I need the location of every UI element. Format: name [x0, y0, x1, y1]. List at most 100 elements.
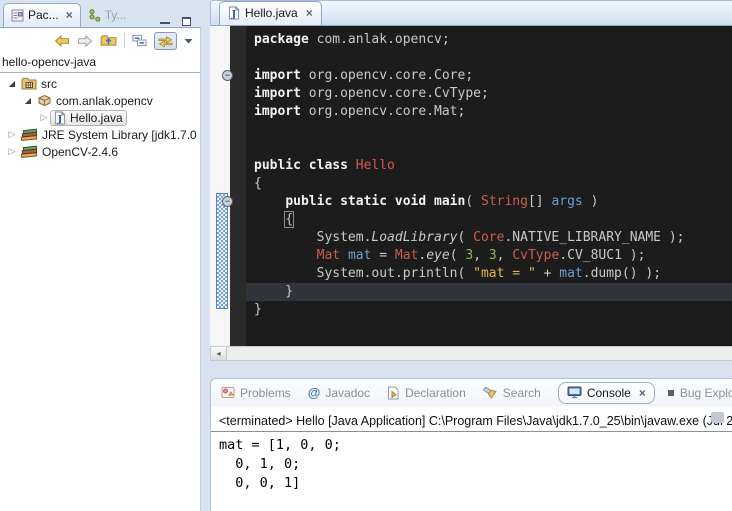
code-line-4: import org.opencv.core.CvType; [246, 85, 732, 103]
code-line-12: System.LoadLibrary( Core.NATIVE_LIBRARY_… [246, 229, 732, 247]
tab-bug-explorer[interactable]: Bug Explorer [667, 386, 732, 400]
bottom-view-tabbar: Problems @Javadoc Declaration Search Console… [211, 379, 732, 406]
left-view-tabbar: Pac... × Ty... [0, 0, 201, 27]
collapse-arrow-icon[interactable]: ◢ [22, 96, 34, 105]
tree-item-src[interactable]: ◢ src [0, 75, 200, 92]
close-icon[interactable]: × [306, 8, 313, 18]
code-content: package com.anlak.opencv; import org.open… [246, 26, 732, 346]
type-hierarchy-icon [88, 9, 101, 22]
tab-label: Bug Explorer [680, 386, 732, 400]
tree-item-label: JRE System Library [jdk1.7.0 [42, 128, 197, 142]
back-button[interactable] [54, 35, 70, 47]
tab-label: Declaration [405, 386, 466, 400]
expand-arrow-icon[interactable]: ▷ [6, 146, 18, 157]
library-icon [21, 128, 38, 141]
package-explorer-toolbar [0, 28, 200, 53]
tree-item-content: src [18, 77, 60, 91]
source-folder-icon [21, 77, 37, 90]
code-line-16: } [246, 301, 732, 319]
package-explorer-view: Pac... × Ty... hello [0, 0, 201, 511]
tree-item-com[interactable]: ◢ com.anlak.opencv [0, 92, 200, 109]
java-file-icon: J [228, 6, 240, 20]
tree-item-label: com.anlak.opencv [56, 94, 153, 108]
bug-square-icon [667, 389, 675, 397]
forward-icon [77, 35, 93, 47]
fold-collapse-icon[interactable]: − [222, 196, 233, 207]
tab-search[interactable]: Search [483, 386, 541, 400]
package-explorer-icon [11, 9, 24, 22]
fold-collapse-icon[interactable]: − [222, 70, 233, 81]
console-toolbar-icon[interactable] [711, 412, 724, 423]
tree-item-content: com.anlak.opencv [34, 94, 156, 108]
code-line-15: } [246, 283, 732, 301]
console-output-line: 0, 0, 1] [219, 474, 724, 493]
code-line-3: import org.opencv.core.Core; [246, 67, 732, 85]
tab-declaration[interactable]: Declaration [387, 386, 466, 400]
tab-type-hierarchy[interactable]: Ty... [81, 4, 134, 27]
close-icon[interactable]: × [639, 388, 646, 398]
svg-text:J: J [57, 114, 63, 125]
selected-tree-item: J Hello.java [50, 110, 127, 126]
code-line-14: System.out.println( "mat = " + mat.dump(… [246, 265, 732, 283]
tree-item-label: Hello.java [70, 111, 123, 125]
tree-item-label: src [41, 77, 57, 91]
maximize-icon[interactable] [182, 17, 191, 26]
console-output-line: mat = [1, 0, 0; [219, 436, 724, 455]
collapse-all-button[interactable] [132, 34, 147, 47]
tree-item-content: OpenCV-2.4.6 [18, 145, 121, 159]
minimize-icon[interactable] [160, 16, 170, 24]
declaration-icon [387, 386, 400, 400]
tree-item-jre[interactable]: ▷ JRE System Library [jdk1.7.0 [0, 126, 200, 143]
tab-label: Search [503, 386, 541, 400]
view-menu-button[interactable] [184, 38, 193, 44]
tab-label: Console [587, 386, 631, 400]
tree-item-project[interactable]: hello-opencv-java [0, 53, 200, 73]
forward-button[interactable] [77, 35, 93, 47]
code-line-9: { [246, 175, 732, 193]
code-line-10: public static void main( String[] args ) [246, 193, 732, 211]
collapse-arrow-icon[interactable]: ◢ [6, 79, 18, 88]
package-icon [37, 94, 52, 107]
console-title: <terminated> Hello [Java Application] C:… [211, 406, 732, 432]
package-explorer-body: hello-opencv-java ◢src◢com.anlak.opencv▷… [0, 27, 201, 511]
console-icon [567, 386, 582, 399]
toolbar-separator [124, 33, 125, 48]
view-menu-icon [184, 38, 193, 44]
code-line-5: import org.opencv.core.Mat; [246, 103, 732, 121]
view-window-buttons [160, 10, 201, 27]
tab-javadoc[interactable]: @Javadoc [308, 386, 370, 400]
editor-area: J Hello.java × package com.anlak.opencv;… [210, 0, 732, 362]
tree-item-opencv-2[interactable]: ▷OpenCV-2.4.6 [0, 143, 200, 160]
up-button[interactable] [100, 34, 117, 47]
code-line-1: package com.anlak.opencv; [246, 31, 732, 49]
code-editor[interactable]: package com.anlak.opencv; import org.open… [210, 26, 732, 346]
code-line-13: Mat mat = Mat.eye( 3, 3, CvType.CV_8UC1 … [246, 247, 732, 265]
scroll-left-icon[interactable]: ◂ [211, 347, 227, 360]
tab-console[interactable]: Console × [558, 382, 655, 404]
code-line-6 [246, 121, 732, 139]
up-icon [100, 34, 117, 47]
close-icon[interactable]: × [66, 10, 73, 20]
expand-arrow-icon[interactable]: ▷ [38, 112, 50, 123]
tab-package-explorer[interactable]: Pac... × [3, 3, 81, 27]
link-with-editor-button[interactable] [154, 32, 177, 50]
tab-problems[interactable]: Problems [221, 386, 291, 400]
tab-label: Ty... [105, 8, 127, 22]
code-line-11: { [246, 211, 732, 229]
tab-label: Problems [240, 386, 291, 400]
console-view: Problems @Javadoc Declaration Search Console… [210, 378, 732, 511]
editor-tabbar: J Hello.java × [210, 0, 732, 26]
svg-text:J: J [231, 9, 237, 20]
back-icon [54, 35, 70, 47]
expand-arrow-icon[interactable]: ▷ [6, 129, 18, 140]
tab-label: Javadoc [325, 386, 370, 400]
method-range-indicator [216, 193, 228, 309]
tab-label: Pac... [28, 8, 59, 22]
horizontal-scrollbar[interactable]: ◂ [210, 346, 732, 361]
problems-icon [221, 386, 235, 399]
tab-hello-java[interactable]: J Hello.java × [219, 1, 322, 25]
code-line-7 [246, 139, 732, 157]
console-output-line: 0, 1, 0; [219, 455, 724, 474]
project-tree: ◢ src ◢ com.anlak.opencv ▷ J Hello.java ▷ JRE Sy… [0, 73, 200, 160]
tree-item-hello[interactable]: ▷ J Hello.java [0, 109, 200, 126]
